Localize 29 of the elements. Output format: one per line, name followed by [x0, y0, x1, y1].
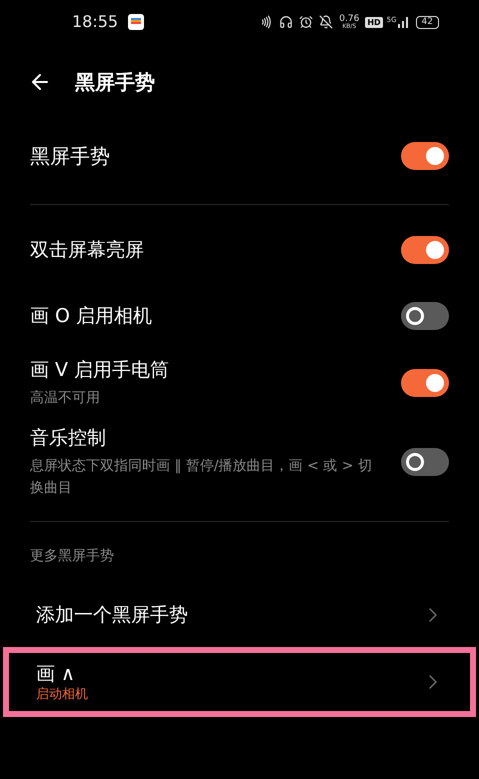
setting-label: 音乐控制 — [30, 426, 107, 451]
signal-icon — [398, 16, 408, 28]
status-time: 18:55 — [72, 11, 118, 33]
bell-off-icon — [319, 15, 334, 29]
toggle-switch[interactable] — [401, 369, 449, 397]
setting-description: 息屏状态下双指同时画 ‖ 暂停/播放曲目，画 < 或 > 切换曲目 — [30, 457, 373, 498]
speed-value: 0.76 — [339, 14, 360, 24]
nfc-icon — [259, 15, 274, 29]
alarm-icon — [299, 15, 314, 29]
headphones-icon — [279, 15, 294, 29]
toggle-switch[interactable] — [401, 236, 449, 264]
setting-label: 画 V 启用手电筒 — [30, 358, 170, 383]
item-label: 画 ∧ — [36, 662, 76, 687]
list-item[interactable]: 画 ∧ 启动相机 — [3, 647, 476, 717]
wallet-icon — [128, 14, 144, 30]
list-item[interactable]: 添加一个黑屏手势 — [3, 583, 476, 647]
setting-description: 高温不可用 — [30, 389, 101, 408]
setting-label: 黑屏手势 — [30, 143, 110, 170]
setting-label: 画 O 启用相机 — [30, 304, 154, 329]
toggle-switch[interactable] — [401, 448, 449, 476]
setting-label: 双击屏幕亮屏 — [30, 238, 145, 263]
section-heading: 更多黑屏手势 — [29, 547, 115, 566]
toggle-switch[interactable] — [401, 142, 449, 170]
toggle-switch[interactable] — [401, 302, 449, 330]
item-label: 添加一个黑屏手势 — [36, 603, 188, 628]
item-description: 启动相机 — [36, 687, 88, 703]
battery-indicator: 42 — [416, 16, 439, 28]
hd-badge: HD — [365, 16, 383, 28]
page-title: 黑屏手势 — [75, 69, 155, 96]
